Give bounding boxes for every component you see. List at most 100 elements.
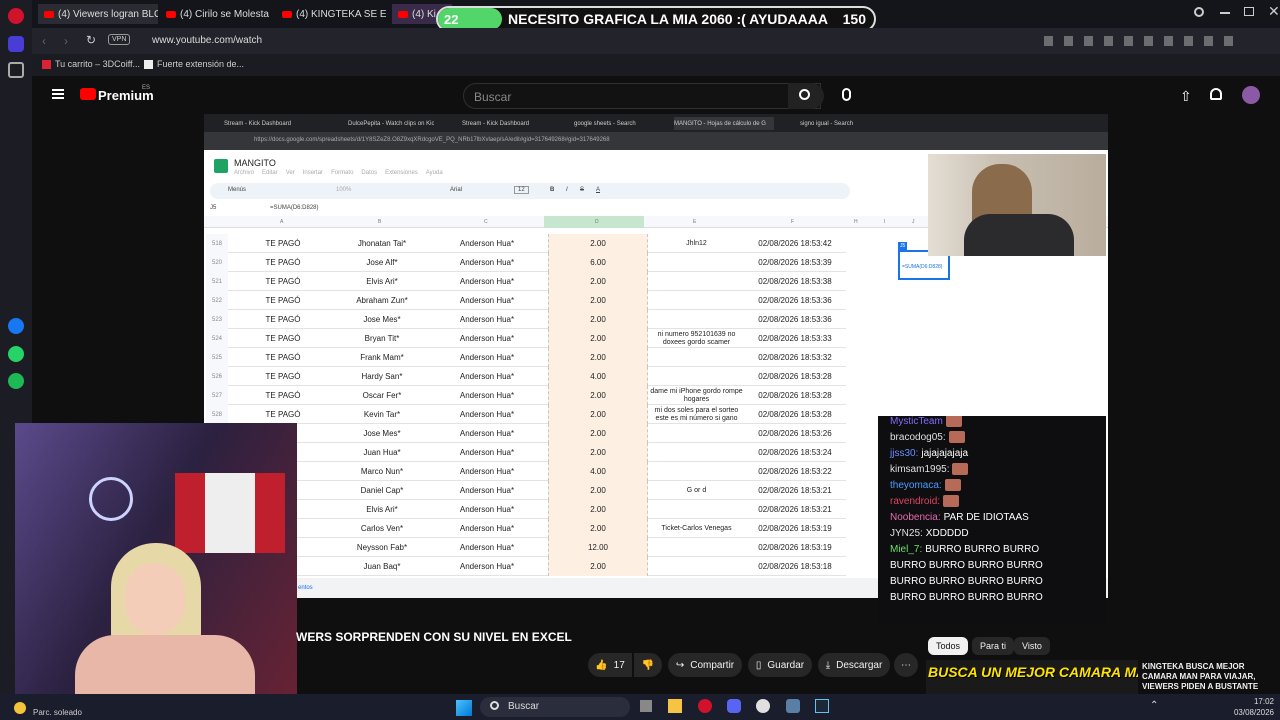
menu-item[interactable]: Extensiones bbox=[385, 170, 418, 176]
url-field[interactable]: www.youtube.com/watch bbox=[152, 35, 262, 46]
inner-tab[interactable]: Stream - Kick Dashboard bbox=[224, 117, 334, 130]
taskbar-search[interactable]: Buscar bbox=[480, 697, 630, 717]
table-cell[interactable]: Anderson Hua* bbox=[426, 443, 548, 462]
microphone-icon[interactable] bbox=[842, 88, 851, 101]
table-cell[interactable]: Elvis Ari* bbox=[338, 500, 426, 519]
table-cell[interactable]: Jose Alf* bbox=[338, 253, 426, 272]
weather-label[interactable]: Parc. soleado bbox=[33, 708, 82, 717]
browser-tab[interactable]: (4) Cirilo se Molesta po bbox=[160, 4, 270, 24]
table-cell[interactable] bbox=[648, 500, 745, 519]
table-cell[interactable]: Jose Mes* bbox=[338, 424, 426, 443]
menu-item[interactable]: Editar bbox=[262, 170, 278, 176]
notifications-icon[interactable] bbox=[1210, 88, 1222, 100]
chat-username[interactable]: kimsam1995: bbox=[890, 464, 949, 475]
table-cell[interactable]: Anderson Hua* bbox=[426, 481, 548, 500]
table-cell[interactable]: 02/08/2026 18:53:28 bbox=[745, 367, 845, 386]
dislike-button[interactable]: 👎 bbox=[634, 653, 662, 677]
menu-item[interactable]: Formato bbox=[331, 170, 353, 176]
table-cell[interactable]: Anderson Hua* bbox=[426, 519, 548, 538]
table-cell[interactable]: 02/08/2026 18:53:19 bbox=[745, 538, 845, 557]
taskbar-date[interactable]: 03/08/2026 bbox=[1230, 708, 1274, 717]
row-number[interactable]: 523 bbox=[206, 310, 228, 329]
table-cell[interactable]: dame mi iPhone gordo rompe hogares bbox=[648, 386, 745, 405]
italic-icon[interactable]: I bbox=[566, 187, 568, 193]
row-number[interactable]: 526 bbox=[206, 367, 228, 386]
taskbar-time[interactable]: 17:02 bbox=[1230, 697, 1274, 706]
table-cell[interactable]: Anderson Hua* bbox=[426, 329, 548, 348]
like-button[interactable]: 👍 17 bbox=[588, 653, 632, 677]
back-icon[interactable]: ‹ bbox=[42, 34, 46, 48]
search-tabs-icon[interactable] bbox=[1194, 7, 1204, 17]
table-cell[interactable] bbox=[648, 538, 745, 557]
table-cell[interactable]: TE PAGÓ bbox=[228, 253, 338, 272]
row-number[interactable]: 521 bbox=[206, 272, 228, 291]
table-cell[interactable]: Juan Hua* bbox=[338, 443, 426, 462]
font-size-field[interactable]: 12 bbox=[514, 186, 529, 194]
zoom-select[interactable]: 100% bbox=[336, 187, 351, 193]
sheet-tab[interactable]: entos bbox=[298, 585, 313, 591]
recommended-title[interactable]: KINGTEKA BUSCA MEJOR CAMARA MAN PARA VIA… bbox=[1142, 662, 1262, 692]
table-cell[interactable]: Jhln12 bbox=[648, 234, 745, 253]
weather-icon[interactable] bbox=[14, 702, 26, 714]
table-cell[interactable]: Juan Baq* bbox=[338, 557, 426, 576]
menu-item[interactable]: Ayuda bbox=[426, 170, 443, 176]
row-number[interactable]: 524 bbox=[206, 329, 228, 348]
table-cell[interactable]: 4.00 bbox=[548, 367, 648, 386]
table-cell[interactable]: 02/08/2026 18:53:39 bbox=[745, 253, 845, 272]
strikethrough-icon[interactable]: S bbox=[580, 187, 584, 193]
table-cell[interactable]: TE PAGÓ bbox=[228, 329, 338, 348]
row-number[interactable]: 520 bbox=[206, 253, 228, 272]
column-header[interactable]: B bbox=[378, 219, 381, 225]
table-cell[interactable]: 02/08/2026 18:53:21 bbox=[745, 500, 845, 519]
table-cell[interactable]: 4.00 bbox=[548, 462, 648, 481]
table-cell[interactable]: 2.00 bbox=[548, 386, 648, 405]
table-cell[interactable]: 02/08/2026 18:53:28 bbox=[745, 405, 845, 424]
inner-tab[interactable]: Stream - Kick Dashboard bbox=[462, 117, 572, 130]
table-cell[interactable]: 2.00 bbox=[548, 557, 648, 576]
table-cell[interactable]: 2.00 bbox=[548, 405, 648, 424]
table-cell[interactable] bbox=[648, 367, 745, 386]
spotify-icon[interactable] bbox=[8, 373, 24, 389]
table-cell[interactable]: Anderson Hua* bbox=[426, 405, 548, 424]
table-cell[interactable] bbox=[648, 424, 745, 443]
avatar[interactable] bbox=[1242, 86, 1260, 104]
sheet-title[interactable]: MANGITO bbox=[234, 158, 276, 168]
forward-icon[interactable]: › bbox=[64, 34, 68, 48]
chip-watched[interactable]: Visto bbox=[1014, 637, 1050, 655]
column-header[interactable]: H bbox=[854, 219, 858, 225]
table-cell[interactable] bbox=[648, 443, 745, 462]
table-cell[interactable]: 02/08/2026 18:53:38 bbox=[745, 272, 845, 291]
table-cell[interactable]: Bryan Tit* bbox=[338, 329, 426, 348]
table-cell[interactable]: Anderson Hua* bbox=[426, 424, 548, 443]
table-cell[interactable]: Anderson Hua* bbox=[426, 234, 548, 253]
table-cell[interactable]: 2.00 bbox=[548, 443, 648, 462]
menu-item[interactable]: Ver bbox=[286, 170, 295, 176]
table-cell[interactable]: Jose Mes* bbox=[338, 310, 426, 329]
tray-chevron-icon[interactable]: ⌃ bbox=[1150, 700, 1158, 711]
table-cell[interactable]: 02/08/2026 18:53:32 bbox=[745, 348, 845, 367]
table-cell[interactable]: 2.00 bbox=[548, 291, 648, 310]
download-button[interactable]: ⤓ Descargar bbox=[818, 653, 890, 677]
row-number[interactable]: 525 bbox=[206, 348, 228, 367]
bookmark-item[interactable]: Fuerte extensión de... bbox=[144, 59, 244, 69]
opera-logo-icon[interactable] bbox=[8, 8, 24, 24]
table-cell[interactable]: 02/08/2026 18:53:36 bbox=[745, 310, 845, 329]
table-cell[interactable]: Anderson Hua* bbox=[426, 462, 548, 481]
table-cell[interactable]: 2.00 bbox=[548, 519, 648, 538]
table-cell[interactable]: 2.00 bbox=[548, 329, 648, 348]
table-cell[interactable]: 2.00 bbox=[548, 310, 648, 329]
table-cell[interactable]: Anderson Hua* bbox=[426, 272, 548, 291]
chat-username[interactable]: bracodog05: bbox=[890, 432, 946, 443]
table-cell[interactable]: 2.00 bbox=[548, 348, 648, 367]
menu-icon[interactable] bbox=[52, 89, 64, 91]
windows-start-icon[interactable] bbox=[456, 700, 472, 716]
table-cell[interactable]: mi dos soles para el sorteo este es mi n… bbox=[648, 405, 745, 424]
formula-bar[interactable]: =SUMA(D6:D828) bbox=[270, 205, 319, 211]
table-cell[interactable]: Anderson Hua* bbox=[426, 367, 548, 386]
table-cell[interactable]: Ticket-Carlos Venegas bbox=[648, 519, 745, 538]
settings-icon[interactable] bbox=[786, 699, 800, 713]
table-cell[interactable] bbox=[648, 557, 745, 576]
table-cell[interactable]: Anderson Hua* bbox=[426, 538, 548, 557]
vpn-badge[interactable]: VPN bbox=[108, 34, 131, 45]
table-cell[interactable]: 02/08/2026 18:53:19 bbox=[745, 519, 845, 538]
